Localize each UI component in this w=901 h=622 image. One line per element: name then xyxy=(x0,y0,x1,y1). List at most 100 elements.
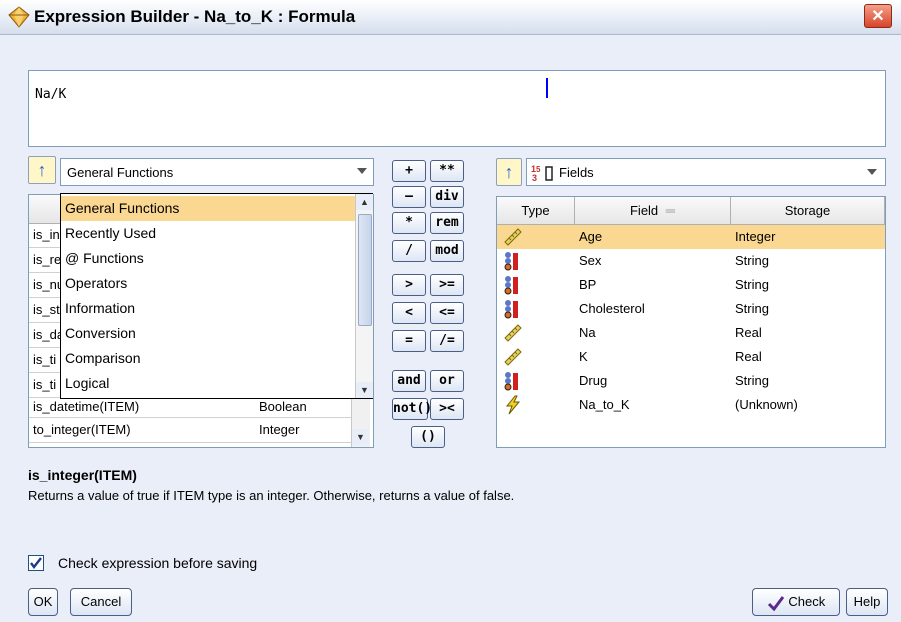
dropdown-option[interactable]: Recently Used xyxy=(61,221,355,246)
scroll-thumb[interactable] xyxy=(358,214,372,326)
continuous-ruler-icon xyxy=(504,348,522,366)
svg-text:3: 3 xyxy=(532,173,537,183)
field-name: Sex xyxy=(579,253,602,268)
close-button[interactable]: ✕ xyxy=(864,4,892,28)
scroll-up-icon[interactable]: ▲ xyxy=(356,194,373,210)
table-row[interactable]: is_datetime(ITEM) Boolean xyxy=(29,398,351,418)
up-arrow-icon: ↑ xyxy=(504,162,514,182)
dropdown-option[interactable]: Logical xyxy=(61,371,355,396)
up-arrow-icon: ↑ xyxy=(37,160,47,180)
dropdown-option[interactable]: @ Functions xyxy=(61,246,355,271)
field-name: BP xyxy=(579,277,597,292)
function-return-type: Boolean xyxy=(259,399,307,414)
function-name: to_integer(ITEM) xyxy=(33,422,131,437)
field-name: K xyxy=(579,349,588,364)
title-bar: Expression Builder - Na_to_K : Formula ✕ xyxy=(0,0,901,35)
table-row[interactable]: Na Real xyxy=(497,321,885,345)
checkmark-icon xyxy=(767,595,784,611)
check-button[interactable]: Check xyxy=(752,588,840,616)
table-row[interactable]: Sex String xyxy=(497,249,885,273)
insert-function-button[interactable]: ↑ xyxy=(28,156,56,184)
column-header-field[interactable]: Field ═ xyxy=(575,197,731,225)
window-title: Expression Builder - Na_to_K : Formula xyxy=(34,7,356,26)
lightning-icon xyxy=(505,395,521,415)
not-operator-button[interactable]: not() xyxy=(392,398,432,420)
or-operator-button[interactable]: or xyxy=(430,370,464,392)
dropdown-option[interactable]: Conversion xyxy=(61,321,355,346)
rem-operator-button[interactable]: rem xyxy=(430,212,464,234)
field-storage: Integer xyxy=(735,229,776,244)
field-storage: Real xyxy=(735,349,762,364)
function-category-value: General Functions xyxy=(67,165,174,180)
parentheses-operator-button[interactable]: () xyxy=(411,426,445,448)
field-name: Cholesterol xyxy=(579,301,645,316)
dropdown-option[interactable]: Comparison xyxy=(61,346,355,371)
column-header-field-label: Field xyxy=(629,203,659,218)
table-row[interactable]: Na_to_K (Unknown) xyxy=(497,393,885,417)
check-expression-label[interactable]: Check expression before saving xyxy=(58,555,257,571)
power-operator-button[interactable]: ** xyxy=(430,160,464,182)
not-equal-operator-button[interactable]: /= xyxy=(430,330,464,352)
dropdown-scrollbar[interactable]: ▲ ▼ xyxy=(355,194,373,398)
mod-operator-button[interactable]: mod xyxy=(430,240,464,262)
help-button[interactable]: Help xyxy=(846,588,888,616)
fields-table: Type Field ═ Storage Age Integer Sex Str… xyxy=(496,196,886,448)
field-storage: String xyxy=(735,301,769,316)
field-name: Drug xyxy=(579,373,608,388)
field-storage: String xyxy=(735,253,769,268)
less-than-operator-button[interactable]: < xyxy=(392,302,426,324)
column-header-storage[interactable]: Storage xyxy=(731,197,885,225)
chevron-down-icon[interactable] xyxy=(357,168,367,174)
diamond-app-icon xyxy=(8,6,30,28)
insert-field-button[interactable]: ↑ xyxy=(496,158,522,186)
table-row[interactable]: BP String xyxy=(497,273,885,297)
function-description-text: Returns a value of true if ITEM type is … xyxy=(28,488,515,503)
and-operator-button[interactable]: and xyxy=(392,370,426,392)
minus-operator-button[interactable]: — xyxy=(392,186,426,208)
function-return-type: Integer xyxy=(259,422,300,437)
table-row[interactable]: to_integer(ITEM) Integer xyxy=(29,418,351,443)
expression-text: Na/K xyxy=(35,87,67,102)
div-operator-button[interactable]: div xyxy=(430,186,464,208)
concat-operator-button[interactable]: >< xyxy=(430,398,464,420)
flag-set-icon xyxy=(504,276,518,295)
divide-operator-button[interactable]: / xyxy=(392,240,426,262)
table-row[interactable]: Cholesterol String xyxy=(497,297,885,321)
field-name: Na xyxy=(579,325,596,340)
field-storage: String xyxy=(735,277,769,292)
plus-operator-button[interactable]: + xyxy=(392,160,426,182)
function-name: is_datetime(ITEM) xyxy=(33,399,140,414)
field-name: Age xyxy=(579,229,603,244)
flag-set-icon xyxy=(504,252,518,271)
column-header-type[interactable]: Type xyxy=(497,197,575,225)
scroll-down-icon[interactable]: ▼ xyxy=(352,429,369,445)
table-row[interactable]: Drug String xyxy=(497,369,885,393)
equal-operator-button[interactable]: = xyxy=(392,330,426,352)
field-source-select[interactable]: 1 5 3 Fields xyxy=(526,158,886,186)
dropdown-option[interactable]: Operators xyxy=(61,271,355,296)
function-category-dropdown: General Functions Recently Used @ Functi… xyxy=(60,193,373,399)
ok-button[interactable]: OK xyxy=(28,588,58,616)
scroll-down-icon[interactable]: ▼ xyxy=(356,382,373,398)
expression-editor[interactable]: Na/K xyxy=(28,70,886,147)
function-description-title: is_integer(ITEM) xyxy=(28,467,137,483)
greater-than-operator-button[interactable]: > xyxy=(392,274,426,296)
fields-list-icon: 1 5 3 xyxy=(531,164,553,183)
function-name: is_st xyxy=(33,302,60,317)
greater-equal-operator-button[interactable]: >= xyxy=(430,274,464,296)
field-storage: (Unknown) xyxy=(735,397,798,412)
less-equal-operator-button[interactable]: <= xyxy=(430,302,464,324)
function-name: is_ti xyxy=(33,377,57,392)
check-expression-checkbox[interactable] xyxy=(28,555,44,571)
field-storage: String xyxy=(735,373,769,388)
flag-set-icon xyxy=(504,300,518,319)
dropdown-option[interactable]: Information xyxy=(61,296,355,321)
function-category-select[interactable]: General Functions xyxy=(60,158,374,186)
chevron-down-icon[interactable] xyxy=(867,169,877,175)
table-row[interactable]: Age Integer xyxy=(497,225,885,249)
multiply-operator-button[interactable]: * xyxy=(392,212,426,234)
cancel-button[interactable]: Cancel xyxy=(70,588,132,616)
dropdown-option[interactable]: General Functions xyxy=(61,196,355,221)
table-row[interactable]: K Real xyxy=(497,345,885,369)
function-name: is_re xyxy=(33,252,62,267)
